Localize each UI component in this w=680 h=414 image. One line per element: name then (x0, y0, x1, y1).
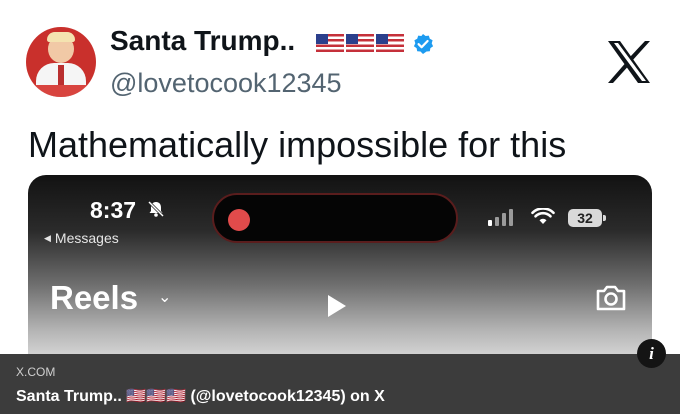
author-display-name[interactable]: Santa Trump.. (110, 25, 295, 57)
link-footer[interactable]: X.COM Santa Trump.. 🇺🇸🇺🇸🇺🇸 (@lovetocook1… (0, 354, 680, 414)
camera-icon[interactable] (594, 281, 628, 315)
tweet-text: Mathematically impossible for this (28, 124, 567, 165)
recording-dot-icon (228, 209, 250, 231)
us-flag-icon (376, 34, 404, 52)
x-logo-icon[interactable] (606, 40, 652, 84)
us-flags-emoji (316, 34, 404, 52)
us-flag-icon (346, 34, 374, 52)
avatar-tie (58, 65, 64, 87)
verified-badge-icon (413, 34, 434, 54)
avatar-table (26, 85, 96, 97)
us-flag-icon (316, 34, 344, 52)
reels-title[interactable]: Reels (50, 279, 138, 317)
battery-icon: 32 (568, 209, 606, 227)
wifi-icon (531, 208, 555, 224)
tweet-media[interactable]: 8:37 Messages 32 Reels ⌄ (28, 175, 652, 375)
link-title[interactable]: Santa Trump.. 🇺🇸🇺🇸🇺🇸 (@lovetocook12345) … (16, 386, 385, 406)
status-time: 8:37 (90, 197, 137, 223)
bell-slash-icon (147, 200, 165, 218)
avatar-hair (47, 32, 75, 42)
author-handle[interactable]: @lovetocook12345 (110, 68, 342, 99)
back-to-messages-link[interactable]: Messages (44, 230, 119, 246)
chevron-down-icon[interactable]: ⌄ (158, 287, 171, 307)
signal-icon (488, 208, 513, 226)
link-preview-card[interactable]: Santa Trump.. @lovetocook12345 Mathemati… (0, 0, 680, 414)
info-button[interactable]: i (637, 339, 666, 368)
author-avatar[interactable] (26, 27, 96, 97)
play-icon[interactable] (328, 295, 346, 317)
link-domain: X.COM (16, 365, 56, 379)
